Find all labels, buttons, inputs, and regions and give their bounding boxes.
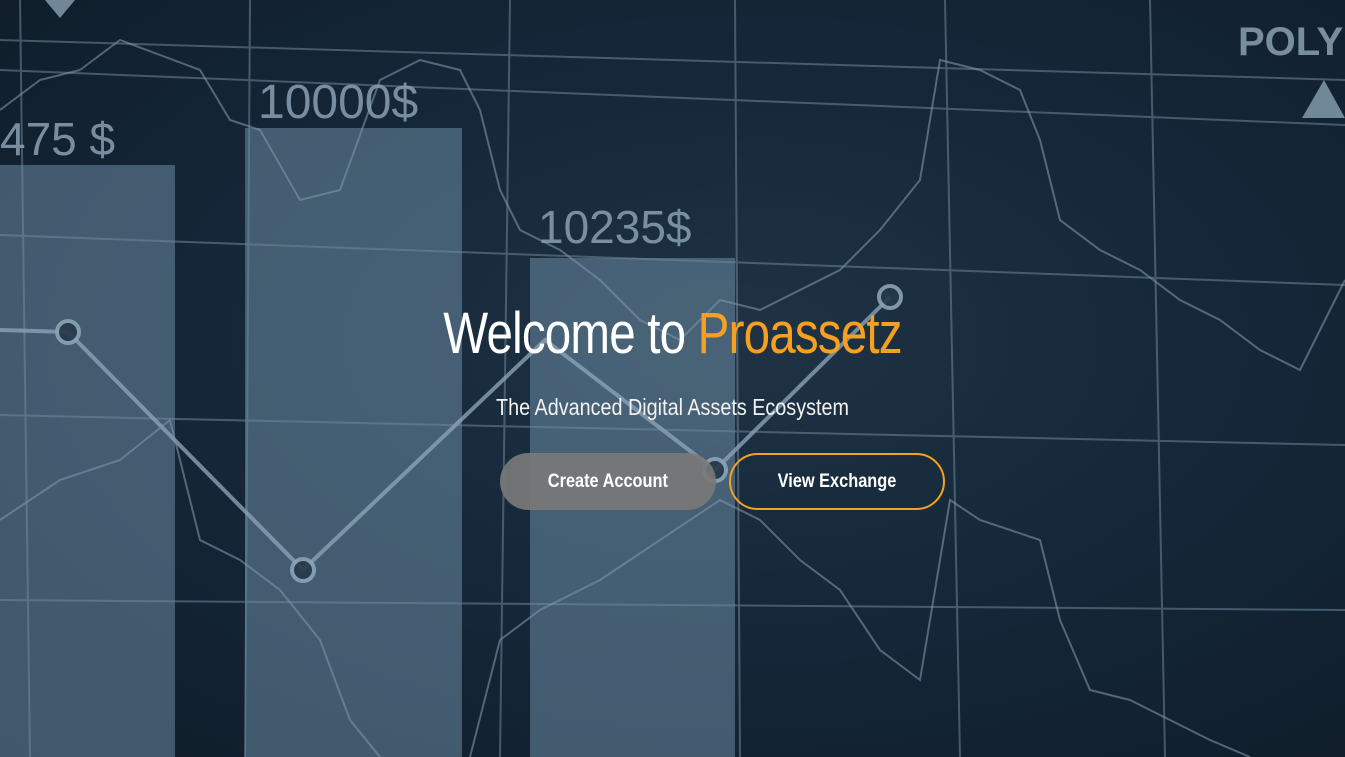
view-exchange-label: View Exchange (777, 470, 897, 492)
hero-title: Welcome to Proassetz (121, 300, 1224, 367)
brand-name: Proassetz (697, 301, 903, 366)
view-exchange-button[interactable]: View Exchange (729, 453, 945, 510)
hero-content: Welcome to Proassetz The Advanced Digita… (0, 0, 1345, 757)
hero-subtitle: The Advanced Digital Assets Ecosystem (496, 394, 849, 420)
create-account-button[interactable]: Create Account (500, 453, 716, 510)
title-prefix: Welcome to (443, 301, 698, 366)
create-account-label: Create Account (547, 470, 669, 492)
hero-section: 475 $ 10000$ 10235$ POLY Welcome to Proa… (0, 0, 1345, 757)
